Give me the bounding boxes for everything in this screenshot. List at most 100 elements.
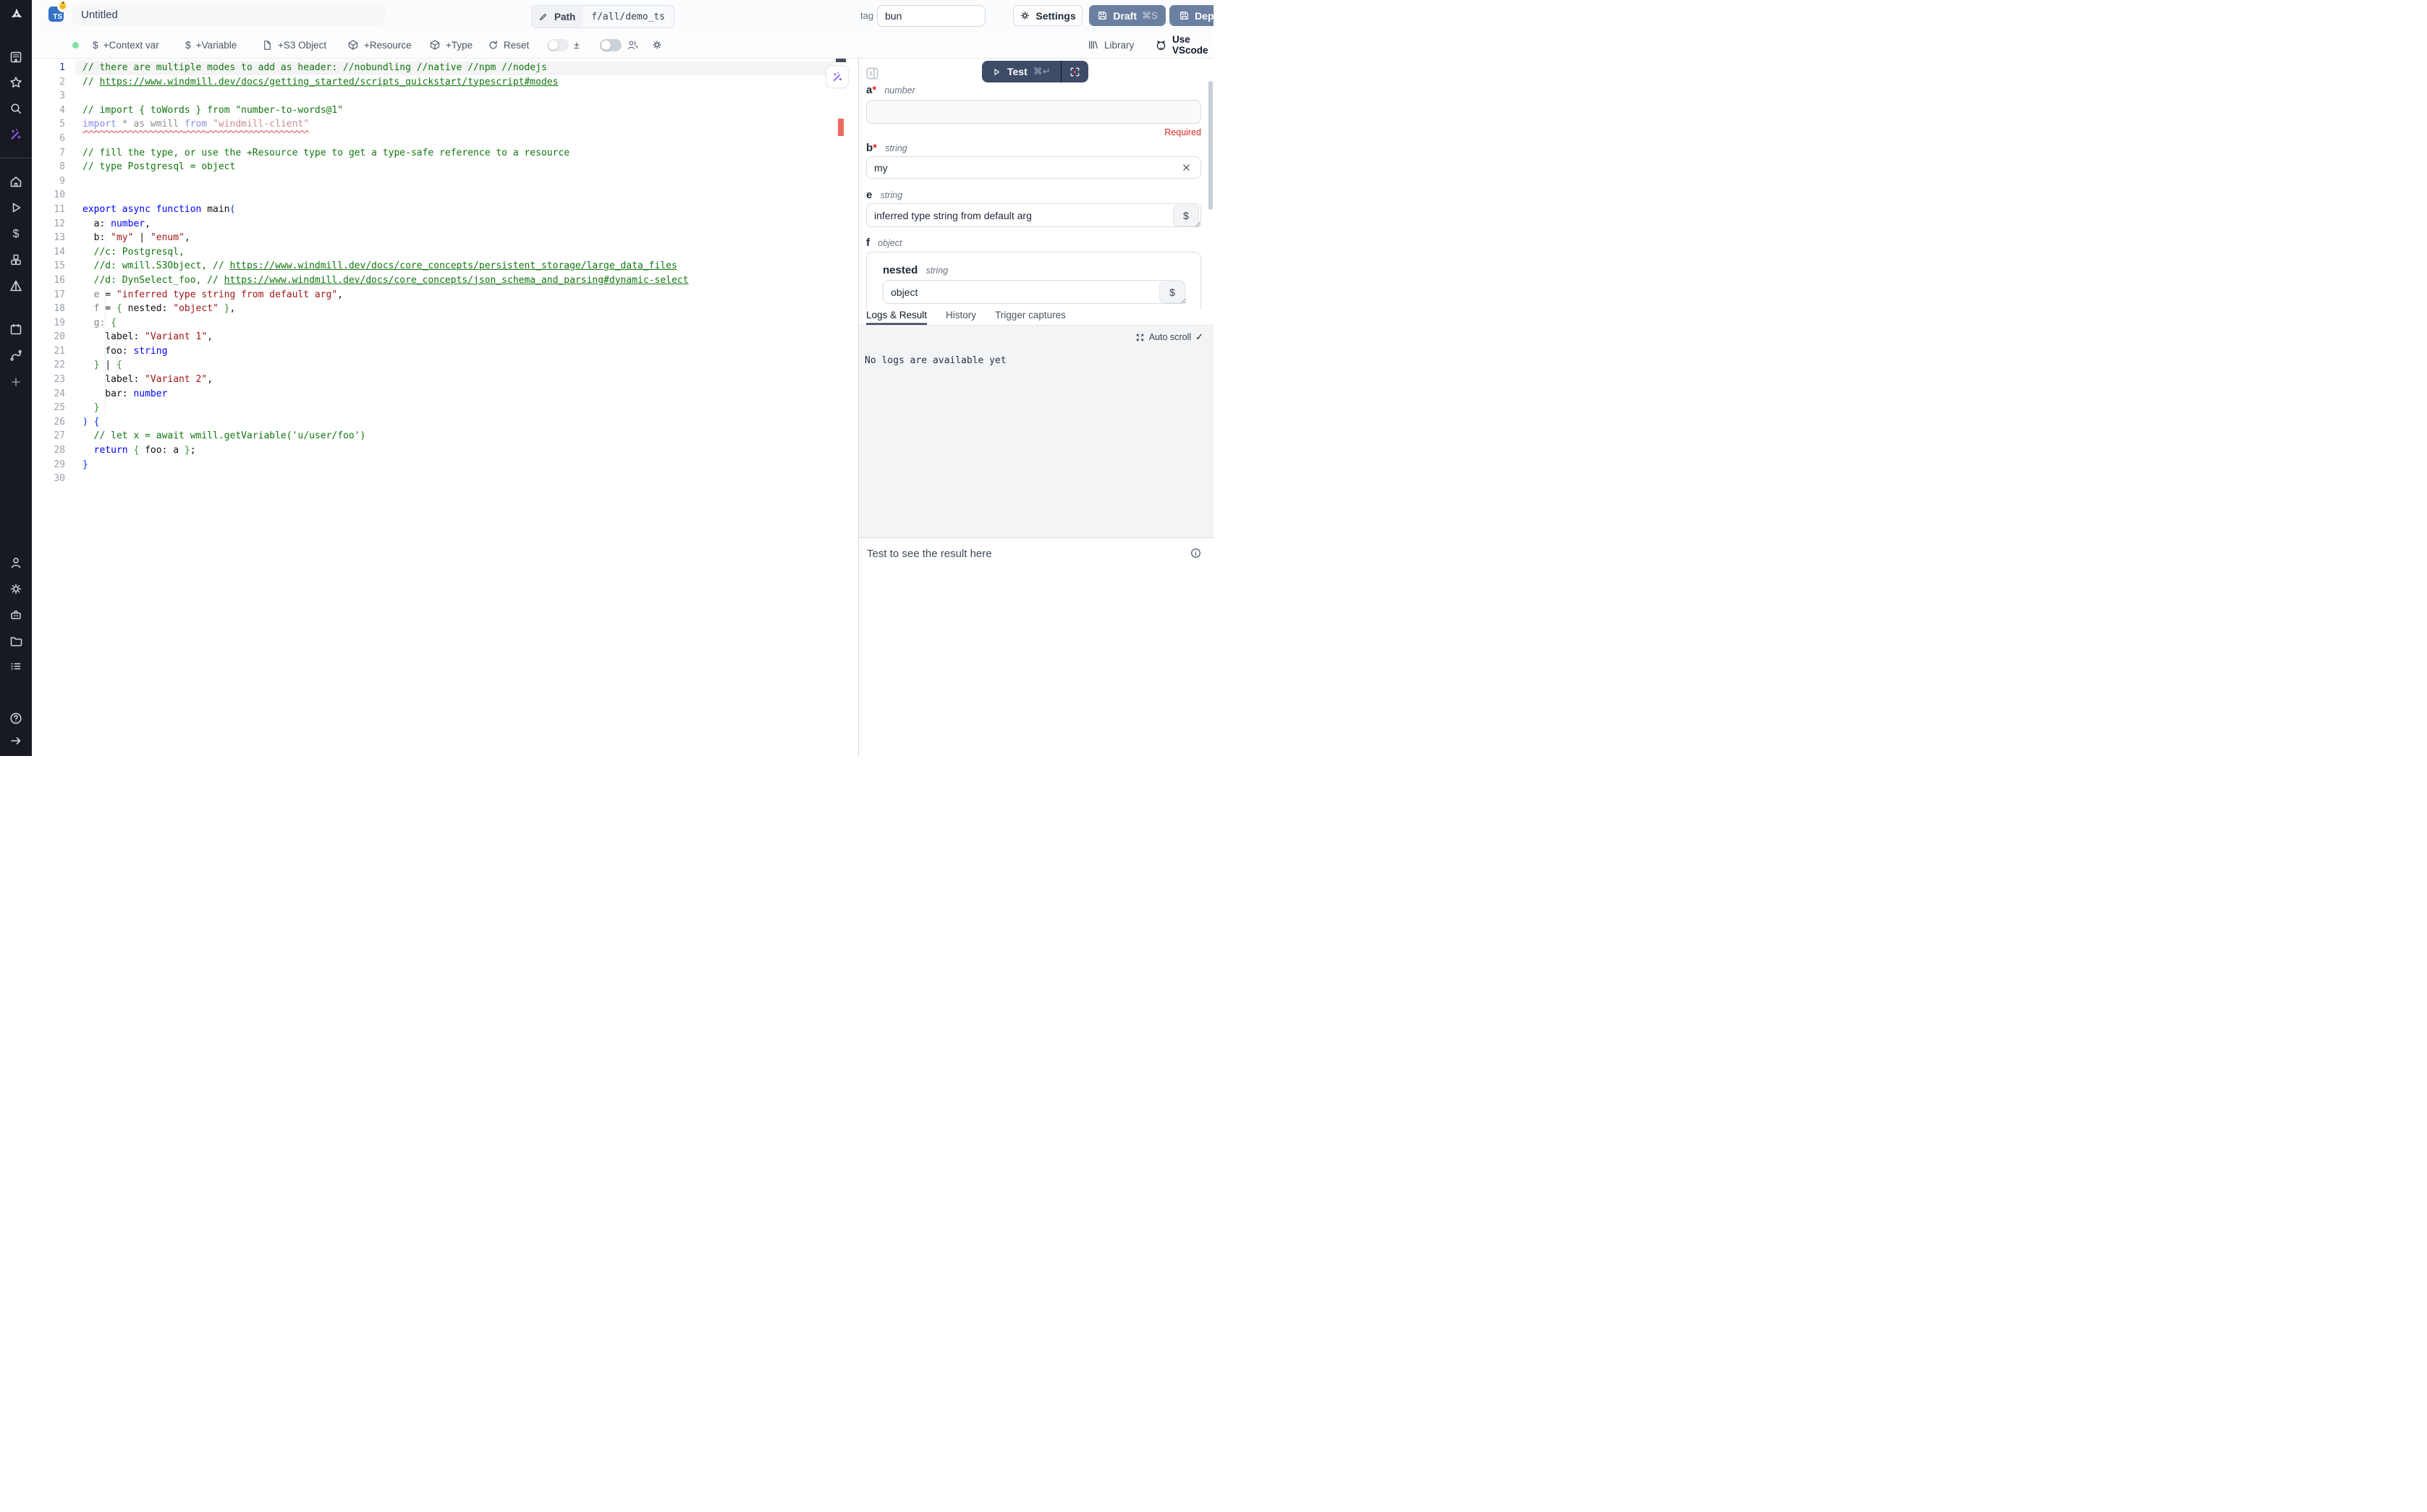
code-line[interactable]: 3: [32, 89, 847, 103]
code-text: import * as wmill from "windmill-client": [75, 117, 847, 132]
field-a-required-error: Required: [866, 127, 1201, 137]
deploy-button[interactable]: Deploy: [1169, 5, 1214, 26]
code-line[interactable]: 25 }: [32, 401, 847, 415]
multiplayer-toggle[interactable]: [600, 32, 639, 58]
variables-icon[interactable]: $: [9, 226, 23, 241]
path-button[interactable]: Path f/all/demo_ts: [531, 5, 674, 28]
schedules-icon[interactable]: [9, 322, 23, 336]
ai-wand-icon[interactable]: [9, 127, 23, 142]
groups-list-icon[interactable]: [9, 659, 23, 674]
nested-field-input[interactable]: [883, 280, 1185, 304]
capture-mode-button[interactable]: [1062, 61, 1088, 82]
panel-scrollbar-thumb[interactable]: [1208, 81, 1213, 210]
code-line[interactable]: 13 b: "my" | "enum",: [32, 231, 847, 245]
code-line[interactable]: 18 f = { nested: "object" },: [32, 302, 847, 316]
code-line[interactable]: 5import * as wmill from "windmill-client…: [32, 117, 847, 132]
package-icon: [429, 39, 441, 51]
home-icon[interactable]: [9, 174, 23, 189]
workspace-icon[interactable]: [9, 50, 23, 64]
settings-button[interactable]: Settings: [1013, 5, 1083, 26]
code-line[interactable]: 22 } | {: [32, 358, 847, 373]
folders-icon[interactable]: [9, 634, 23, 648]
code-line[interactable]: 8// type Postgresql = object: [32, 160, 847, 174]
code-line[interactable]: 28 return { foo: a };: [32, 443, 847, 458]
tab-trigger-captures[interactable]: Trigger captures: [995, 310, 1066, 325]
editor-overview-ruler[interactable]: [835, 58, 847, 756]
search-icon[interactable]: [9, 101, 23, 116]
use-vscode-button[interactable]: Use VScode: [1155, 32, 1214, 58]
flows-icon[interactable]: [9, 348, 23, 362]
add-type-button[interactable]: +Type: [429, 32, 473, 58]
test-button[interactable]: Test ⌘↵: [982, 61, 1061, 82]
auto-scroll-toggle[interactable]: Auto scroll ✓: [1135, 331, 1203, 343]
code-editor[interactable]: 1// there are multiple modes to add as h…: [32, 58, 847, 756]
code-line[interactable]: 21 foo: string: [32, 344, 847, 359]
line-number: 23: [32, 373, 75, 387]
help-icon[interactable]: [9, 711, 23, 726]
runs-icon[interactable]: [9, 200, 23, 215]
windmill-logo-icon[interactable]: [9, 7, 23, 21]
code-line[interactable]: 17 e = "inferred type string from defaul…: [32, 288, 847, 302]
collapse-panel-icon[interactable]: [865, 67, 879, 80]
info-icon[interactable]: [1190, 547, 1202, 559]
workers-icon[interactable]: [9, 608, 23, 622]
code-line[interactable]: 20 label: "Variant 1",: [32, 330, 847, 344]
field-b-input[interactable]: [866, 156, 1201, 179]
expand-sidebar-arrow-icon[interactable]: [9, 734, 23, 748]
code-line[interactable]: 29}: [32, 458, 847, 472]
toggle-track[interactable]: [547, 39, 569, 51]
draft-button[interactable]: Draft ⌘S: [1089, 5, 1166, 26]
tab-logs-result[interactable]: Logs & Result: [866, 310, 927, 325]
favorites-star-icon[interactable]: [9, 75, 23, 90]
editor-settings-button[interactable]: [651, 32, 663, 58]
add-s3-object-button[interactable]: +S3 Object: [262, 32, 326, 58]
library-button[interactable]: Library: [1088, 32, 1134, 58]
code-line[interactable]: 19 g: {: [32, 316, 847, 331]
add-variable-button[interactable]: $ +Variable: [185, 32, 237, 58]
diff-toggle[interactable]: ±: [547, 32, 580, 58]
field-a-input[interactable]: [866, 100, 1201, 124]
code-line[interactable]: 26) {: [32, 415, 847, 430]
code-line[interactable]: 27 // let x = await wmill.getVariable('u…: [32, 429, 847, 443]
toggle-track[interactable]: [600, 39, 622, 51]
code-line[interactable]: 10: [32, 188, 847, 203]
ai-assistant-button[interactable]: [826, 65, 849, 88]
field-f-label: f object: [866, 237, 902, 249]
code-line[interactable]: 11export async function main(: [32, 203, 847, 217]
clear-icon[interactable]: [1182, 163, 1191, 172]
code-line[interactable]: 23 label: "Variant 2",: [32, 373, 847, 387]
code-line[interactable]: 16 //d: DynSelect_foo, // https://www.wi…: [32, 273, 847, 288]
add-context-var-button[interactable]: $ +Context var: [93, 32, 159, 58]
code-line[interactable]: 24 bar: number: [32, 387, 847, 402]
line-number: 29: [32, 458, 75, 472]
user-icon[interactable]: [9, 556, 23, 570]
add-resource-button[interactable]: +Resource: [347, 32, 412, 58]
settings-gear-icon[interactable]: [9, 582, 23, 596]
code-line[interactable]: 14 //c: Postgresql,: [32, 245, 847, 260]
tab-history[interactable]: History: [946, 310, 976, 325]
code-line[interactable]: 4// import { toWords } from "number-to-w…: [32, 103, 847, 118]
code-text: [75, 174, 847, 189]
tag-input[interactable]: [877, 5, 986, 27]
code-line[interactable]: 2// https://www.windmill.dev/docs/gettin…: [32, 75, 847, 90]
check-icon: ✓: [1195, 331, 1203, 343]
resources-icon[interactable]: [9, 252, 23, 267]
reset-button[interactable]: Reset: [488, 32, 529, 58]
add-icon[interactable]: [9, 375, 23, 389]
path-label: Path: [554, 12, 575, 22]
panel-divider[interactable]: [858, 58, 859, 756]
code-line[interactable]: 30: [32, 472, 847, 486]
code-line[interactable]: 7// fill the type, or use the +Resource …: [32, 146, 847, 161]
triggers-icon[interactable]: [9, 279, 23, 293]
people-icon: [627, 39, 639, 51]
code-line[interactable]: 15 //d: wmill.S3Object, // https://www.w…: [32, 259, 847, 273]
resize-handle[interactable]: [1193, 220, 1201, 228]
code-line[interactable]: 12 a: number,: [32, 217, 847, 232]
code-line[interactable]: 6: [32, 132, 847, 146]
code-line[interactable]: 1// there are multiple modes to add as h…: [32, 61, 847, 75]
script-title-input[interactable]: [72, 4, 385, 25]
code-text: return { foo: a };: [75, 443, 847, 458]
code-line[interactable]: 9: [32, 174, 847, 189]
resize-handle[interactable]: [1179, 297, 1187, 305]
field-e-input[interactable]: [866, 203, 1201, 227]
